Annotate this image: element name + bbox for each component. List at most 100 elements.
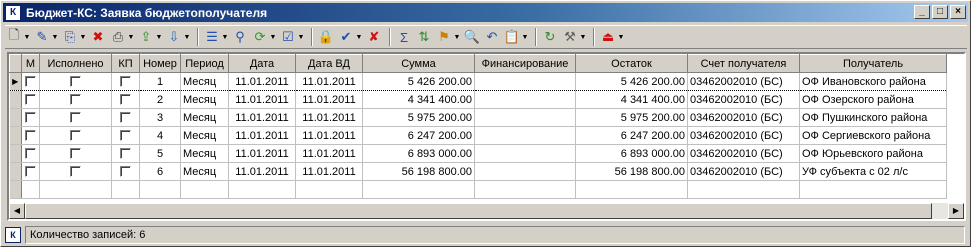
row-indicator[interactable] (9, 90, 22, 109)
title-bar[interactable]: К Бюджет-КС: Заявка бюджетополучателя _ … (3, 3, 968, 22)
row-indicator[interactable] (9, 126, 22, 145)
print-button[interactable]: ⎙ ▼ (109, 27, 135, 47)
table-row[interactable]: 5 Месяц 11.01.2011 11.01.2011 6 893 000.00 6 … (9, 144, 947, 163)
done-checkbox[interactable] (70, 166, 81, 178)
table-row[interactable]: 3 Месяц 11.01.2011 11.01.2011 5 975 200.00 5 … (9, 108, 947, 127)
scroll-right-button[interactable]: ▶ (948, 203, 964, 219)
edit-button[interactable]: ✎ ▼ (33, 27, 59, 47)
row-indicator[interactable] (9, 144, 22, 163)
window-controls: _ □ × (914, 5, 966, 19)
dropdown-arrow-icon[interactable]: ▼ (23, 34, 31, 41)
m-checkbox[interactable] (25, 148, 36, 160)
sum-icon: Σ (399, 29, 409, 45)
dropdown-arrow-icon[interactable]: ▼ (617, 34, 625, 41)
column-header[interactable]: Дата (228, 54, 296, 73)
minimize-button[interactable]: _ (914, 5, 930, 19)
undo-button[interactable]: ↶ (483, 27, 501, 47)
reload-button[interactable]: ↻ (541, 27, 559, 47)
link-button[interactable]: ⚲ (231, 27, 249, 47)
column-header[interactable]: Период (180, 54, 229, 73)
reject-check-button[interactable]: ✘ (365, 27, 383, 47)
done-checkbox[interactable] (70, 94, 81, 106)
maximize-button[interactable]: □ (932, 5, 948, 19)
empty-cell (474, 180, 576, 199)
dropdown-arrow-icon[interactable]: ▼ (269, 34, 277, 41)
done-checkbox[interactable] (70, 112, 81, 124)
row-indicator[interactable] (9, 162, 22, 181)
dropdown-arrow-icon[interactable]: ▼ (355, 34, 363, 41)
done-checkbox[interactable] (70, 130, 81, 142)
date-cell: 11.01.2011 (228, 108, 296, 127)
table-row[interactable]: ▶ 1 Месяц 11.01.2011 11.01.2011 5 426 200.00 5… (9, 72, 947, 91)
filter-button[interactable]: ⚑ ▼ (435, 27, 461, 47)
horizontal-scrollbar[interactable]: ◀ ▶ (9, 203, 964, 219)
column-header[interactable]: Дата ВД (295, 54, 363, 73)
column-header[interactable]: Сумма (362, 54, 475, 73)
table-row[interactable]: 2 Месяц 11.01.2011 11.01.2011 4 341 400.00 4 … (9, 90, 947, 109)
reports-button[interactable]: 📋 ▼ (503, 27, 529, 47)
m-checkbox[interactable] (25, 76, 36, 88)
delete-button[interactable]: ✖ (89, 27, 107, 47)
scroll-left-button[interactable]: ◀ (9, 203, 25, 219)
column-header[interactable]: Финансирование (474, 54, 576, 73)
m-checkbox[interactable] (25, 94, 36, 106)
column-header[interactable]: Получатель (799, 54, 947, 73)
kp-checkbox[interactable] (120, 112, 131, 124)
financing-cell (474, 126, 576, 145)
dropdown-arrow-icon[interactable]: ▼ (127, 34, 135, 41)
app-icon[interactable]: К (5, 4, 21, 21)
remainder-cell: 56 198 800.00 (575, 162, 688, 181)
sort-button[interactable]: ⇅ (415, 27, 433, 47)
m-checkbox[interactable] (25, 166, 36, 178)
kp-checkbox[interactable] (120, 76, 131, 88)
m-checkbox[interactable] (25, 130, 36, 142)
done-cell (39, 72, 112, 91)
dropdown-arrow-icon[interactable]: ▼ (51, 34, 59, 41)
column-header[interactable]: Остаток (575, 54, 688, 73)
export-button[interactable]: ⇪ ▼ (137, 27, 163, 47)
dropdown-arrow-icon[interactable]: ▼ (221, 34, 229, 41)
dropdown-arrow-icon[interactable]: ▼ (579, 34, 587, 41)
row-indicator[interactable]: ▶ (9, 72, 22, 91)
refresh-green-button[interactable]: ⟳ ▼ (251, 27, 277, 47)
approve-check-button[interactable]: ✔ ▼ (337, 27, 363, 47)
table-row[interactable]: 4 Месяц 11.01.2011 11.01.2011 6 247 200.00 6 … (9, 126, 947, 145)
done-checkbox[interactable] (70, 76, 81, 88)
data-grid[interactable]: М Исполнено КП Номер Период Дата Дата ВД Сумма Ф… (7, 52, 966, 221)
column-header[interactable]: Исполнено (39, 54, 112, 73)
new-document-button[interactable]: 🗋 ▼ (5, 27, 31, 47)
checklist-button[interactable]: ☑ ▼ (279, 27, 305, 47)
tools-button[interactable]: ⚒ ▼ (561, 27, 587, 47)
sum-button[interactable]: Σ (395, 27, 413, 47)
column-header[interactable]: Счет получателя (687, 54, 800, 73)
dropdown-arrow-icon[interactable]: ▼ (297, 34, 305, 41)
dropdown-arrow-icon[interactable]: ▼ (155, 34, 163, 41)
import-button[interactable]: ⇩ ▼ (165, 27, 191, 47)
scroll-thumb[interactable] (25, 203, 932, 219)
column-header[interactable]: Номер (139, 54, 181, 73)
kp-checkbox[interactable] (120, 94, 131, 106)
kp-checkbox[interactable] (120, 148, 131, 160)
done-checkbox[interactable] (70, 148, 81, 160)
dropdown-arrow-icon[interactable]: ▼ (183, 34, 191, 41)
copy-button[interactable]: ⎘ ▼ (61, 27, 87, 47)
column-header[interactable]: М (21, 54, 40, 73)
dropdown-arrow-icon[interactable]: ▼ (453, 34, 461, 41)
close-button[interactable]: × (950, 5, 966, 19)
scroll-track[interactable] (25, 203, 948, 219)
exit-button[interactable]: ⏏ ▼ (599, 27, 625, 47)
column-header[interactable]: КП (111, 54, 140, 73)
kp-checkbox[interactable] (120, 130, 131, 142)
m-checkbox[interactable] (25, 112, 36, 124)
find-button[interactable]: 🔍 (463, 27, 481, 47)
document-list-button[interactable]: ☰ ▼ (203, 27, 229, 47)
dropdown-arrow-icon[interactable]: ▼ (521, 34, 529, 41)
lock-button[interactable]: 🔒 (317, 27, 335, 47)
row-indicator-header[interactable] (9, 54, 22, 73)
table-row[interactable]: 6 Месяц 11.01.2011 11.01.2011 56 198 800.00 5… (9, 162, 947, 181)
row-indicator[interactable] (9, 108, 22, 127)
dropdown-arrow-icon[interactable]: ▼ (79, 34, 87, 41)
m-cell (21, 108, 40, 127)
recipient-cell: ОФ Сергиевского района (799, 126, 947, 145)
kp-checkbox[interactable] (120, 166, 131, 178)
